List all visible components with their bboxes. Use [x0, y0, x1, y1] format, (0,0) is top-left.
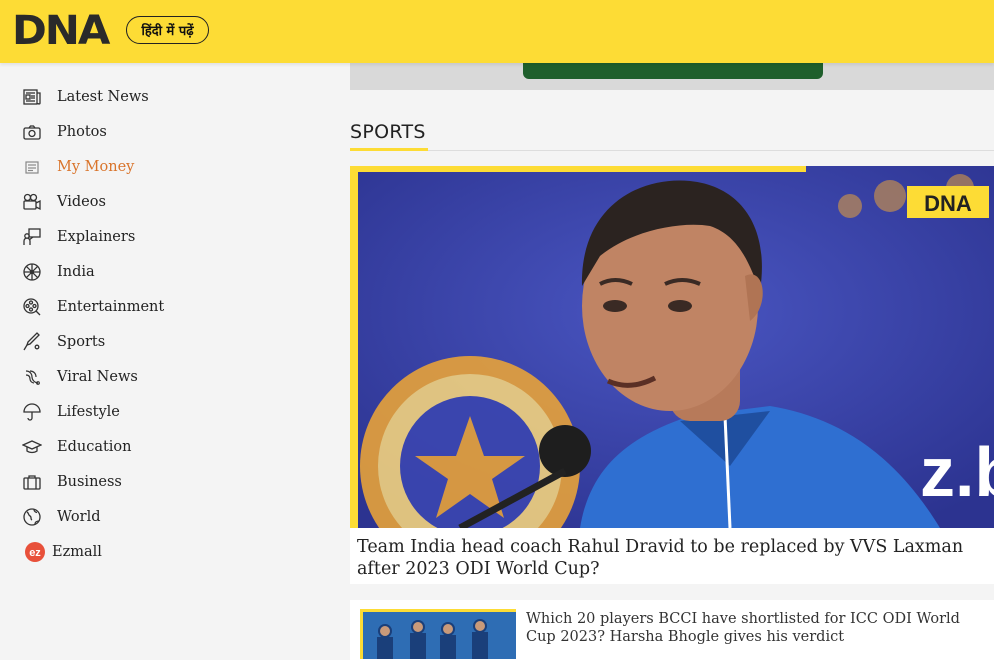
sidebar-item-label: Lifestyle: [57, 404, 120, 420]
sidebar-item-latest-news[interactable]: Latest News: [22, 84, 149, 110]
sidebar-item-entertainment[interactable]: Entertainment: [22, 294, 164, 320]
section-divider: [350, 150, 994, 151]
sidebar-item-label: My Money: [57, 159, 135, 175]
ashoka-chakra-icon: [22, 262, 42, 282]
sidebar-nav: Latest News Photos My Money Videos Expla…: [0, 63, 335, 653]
sidebar-item-label: Latest News: [57, 89, 149, 105]
sidebar-item-label: World: [57, 509, 101, 525]
sidebar-item-label: Explainers: [57, 229, 136, 245]
story-thumbnail[interactable]: [360, 609, 516, 659]
hero-story-card[interactable]: Team India head coach Rahul Dravid to be…: [350, 528, 994, 584]
viral-icon: [22, 367, 42, 387]
sidebar-item-business[interactable]: Business: [22, 469, 122, 495]
top-header: DNA हिंदी में पढ़ें: [0, 0, 994, 63]
sidebar-item-label: Education: [57, 439, 132, 455]
advertisement-banner[interactable]: [350, 63, 994, 90]
svg-text:ez: ez: [29, 547, 41, 559]
sidebar-item-sports[interactable]: Sports: [22, 329, 105, 355]
sidebar-item-india[interactable]: India: [22, 259, 95, 285]
dna-logo[interactable]: DNA: [12, 9, 110, 53]
film-reel-icon: [22, 297, 42, 317]
main-content: SPORTS z.bo: [350, 63, 994, 660]
sidebar-item-label: Ezmall: [52, 544, 102, 560]
ezmall-logo-icon: ez: [24, 541, 46, 563]
ad-creative: [523, 63, 823, 79]
cricket-bat-icon: [22, 332, 42, 352]
sidebar-item-label: Photos: [57, 124, 107, 140]
sidebar-item-world[interactable]: World: [22, 504, 101, 530]
sidebar-item-lifestyle[interactable]: Lifestyle: [22, 399, 120, 425]
sidebar-item-my-money[interactable]: My Money: [22, 154, 134, 180]
camera-icon: [22, 122, 42, 142]
story-card[interactable]: Which 20 players BCCI have shortlisted f…: [350, 600, 994, 660]
sidebar-item-label: Sports: [57, 334, 106, 350]
sidebar-item-label: Business: [57, 474, 122, 490]
hero-story-title[interactable]: Team India head coach Rahul Dravid to be…: [357, 536, 987, 580]
section-title-underline: [350, 148, 428, 151]
sidebar-item-ezmall[interactable]: ez Ezmall: [24, 539, 102, 565]
backdrop-text: z.bo: [920, 433, 994, 511]
graduation-cap-icon: [22, 437, 42, 457]
sidebar-item-education[interactable]: Education: [22, 434, 132, 460]
dna-watermark-text: DNA: [924, 191, 972, 216]
sidebar-item-explainers[interactable]: Explainers: [22, 224, 135, 250]
briefcase-icon: [22, 472, 42, 492]
hero-story-image[interactable]: z.bo DNA: [350, 166, 994, 528]
sidebar-item-label: Viral News: [57, 369, 138, 385]
sidebar-item-label: Videos: [57, 194, 106, 210]
globe-icon: [22, 507, 42, 527]
newspaper-icon: [22, 87, 42, 107]
section-title[interactable]: SPORTS: [350, 121, 426, 143]
story-title[interactable]: Which 20 players BCCI have shortlisted f…: [526, 610, 986, 646]
money-icon: [22, 157, 42, 177]
sidebar-item-videos[interactable]: Videos: [22, 189, 106, 215]
sidebar-item-label: India: [57, 264, 95, 280]
sidebar-item-viral-news[interactable]: Viral News: [22, 364, 138, 390]
read-in-hindi-button[interactable]: हिंदी में पढ़ें: [126, 16, 209, 44]
video-camera-icon: [22, 192, 42, 212]
umbrella-icon: [22, 402, 42, 422]
sidebar-item-label: Entertainment: [57, 299, 165, 315]
presenter-icon: [22, 227, 42, 247]
sidebar-item-photos[interactable]: Photos: [22, 119, 107, 145]
